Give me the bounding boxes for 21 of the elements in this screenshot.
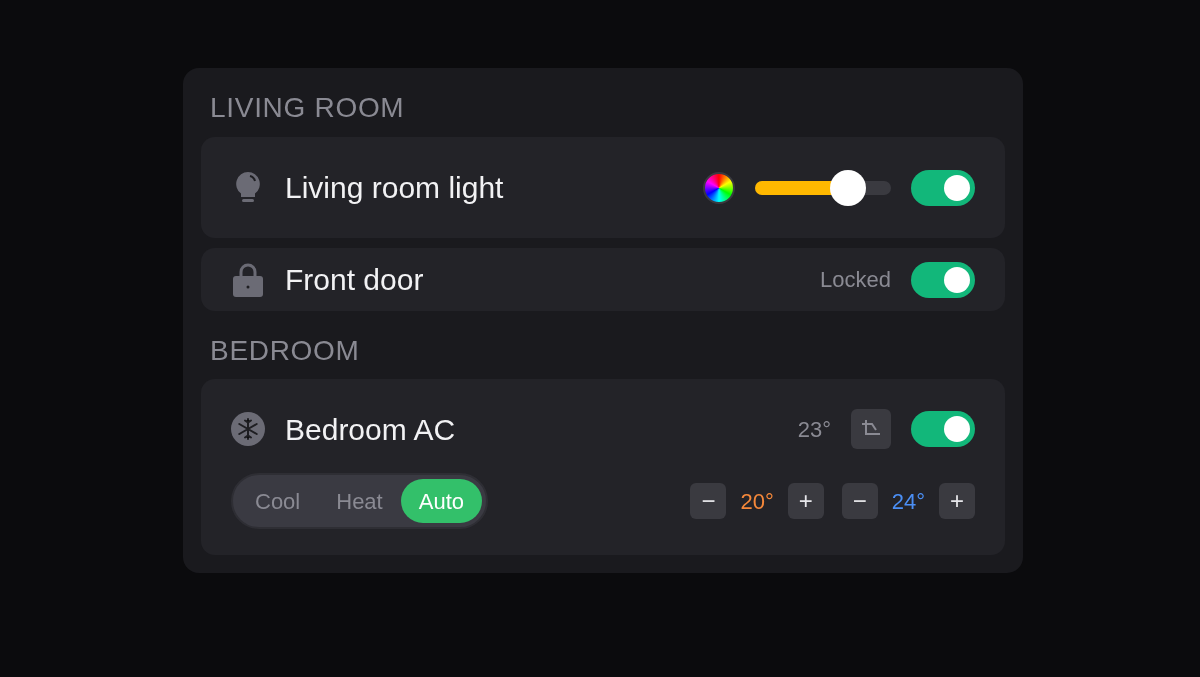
toggle-switch[interactable] [911, 169, 975, 206]
padlock-icon [231, 261, 265, 298]
crop-button[interactable] [851, 409, 891, 449]
toggle-switch[interactable] [911, 261, 975, 298]
brightness-slider[interactable] [755, 169, 891, 206]
toggle-switch[interactable] [911, 411, 975, 447]
setpoint-value: 20° [740, 487, 774, 516]
decrease-button[interactable]: − [690, 483, 727, 519]
device-name: Front door [285, 262, 425, 298]
decrease-button[interactable]: − [841, 483, 878, 519]
section-heading: BEDROOM [209, 334, 361, 368]
lock-status: Locked [820, 266, 891, 294]
current-temperature: 23° [797, 415, 831, 444]
increase-button[interactable]: + [939, 483, 975, 519]
device-name: Bedroom AC [285, 411, 457, 448]
color-wheel-button[interactable] [703, 171, 735, 204]
setpoint-value: 24° [891, 487, 925, 516]
snowflake-icon [231, 412, 265, 446]
increase-button[interactable]: + [787, 483, 824, 519]
section-heading: LIVING ROOM [209, 91, 406, 125]
device-name: Living room light [285, 170, 505, 206]
